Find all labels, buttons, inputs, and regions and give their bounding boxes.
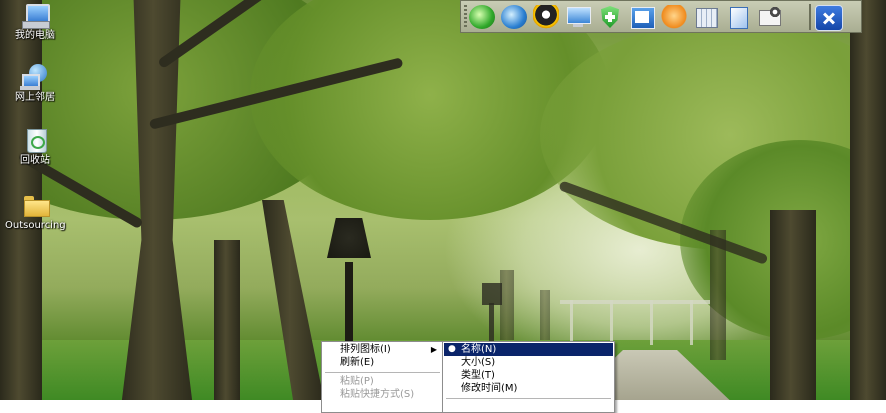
menu-item-label: 排列图标(I) [340, 344, 391, 355]
network-places-icon [20, 64, 50, 90]
submenu-item-type[interactable]: 类型(T) [444, 369, 613, 382]
submenu-item-modified[interactable]: 修改时间(M) [444, 382, 613, 395]
menu-item-label: 粘贴快捷方式(S) [340, 389, 415, 400]
desktop-icon-my-computer[interactable]: 我的电脑 [5, 2, 65, 42]
selected-bullet-icon: ● [448, 344, 456, 354]
shield-icon[interactable] [597, 5, 623, 29]
menu-item-refresh[interactable]: 刷新(E) [323, 356, 442, 369]
desktop-wallpaper [0, 0, 886, 400]
tools-icon[interactable] [815, 5, 843, 31]
folder-icon [20, 192, 50, 218]
submenu-item-label: 修改时间(M) [461, 383, 518, 394]
arrange-icons-submenu: ● 名称(N) 大小(S) 类型(T) 修改时间(M) [442, 341, 615, 413]
qq-penguin-icon[interactable] [533, 5, 559, 29]
menu-separator [325, 372, 440, 373]
monitor-icon[interactable] [565, 5, 591, 29]
desktop-icon-label: 网上邻居 [15, 92, 55, 103]
desktop-icon-label: 回收站 [20, 155, 50, 166]
calculator-icon[interactable] [693, 5, 719, 29]
submenu-item-label: 类型(T) [461, 370, 495, 381]
menu-item-paste[interactable]: 粘贴(P) [323, 375, 442, 388]
menu-item-label: 粘贴(P) [340, 376, 374, 387]
recycle-bin-icon [20, 127, 50, 153]
settings-tools-icon[interactable] [757, 5, 783, 29]
desktop-icon-outsourcing-folder[interactable]: Outsourcing [5, 192, 66, 232]
submenu-item-label: 大小(S) [461, 357, 496, 368]
my-computer-icon [20, 2, 50, 29]
word-icon[interactable] [629, 5, 655, 29]
submenu-item-size[interactable]: 大小(S) [444, 356, 613, 369]
menu-item-paste-shortcut[interactable]: 粘贴快捷方式(S) [323, 388, 442, 401]
quick-launch-toolbar [460, 0, 862, 33]
menu-item-arrange-icons[interactable]: 排列图标(I) ▶ [323, 343, 442, 356]
toolbar-separator [809, 4, 811, 30]
desktop-icon-recycle-bin[interactable]: 回收站 [5, 127, 65, 167]
desktop-icon-label: 我的电脑 [15, 30, 55, 41]
internet-explorer-icon[interactable] [501, 5, 527, 29]
desktop-icon-label: Outsourcing [5, 220, 66, 231]
orange-mascot-icon[interactable] [661, 5, 687, 29]
desktop-context-menu: 排列图标(I) ▶ 刷新(E) 粘贴(P) 粘贴快捷方式(S) [321, 341, 444, 413]
submenu-item-name[interactable]: ● 名称(N) [444, 343, 613, 356]
document-icon[interactable] [725, 5, 751, 29]
submenu-arrow-icon: ▶ [430, 345, 437, 354]
desktop-icon-network-places[interactable]: 网上邻居 [5, 64, 65, 104]
menu-separator [446, 398, 611, 399]
menu-item-label: 刷新(E) [340, 357, 375, 368]
toolbar-grip-handle[interactable] [464, 5, 467, 29]
submenu-item-label: 名称(N) [461, 344, 497, 355]
ie-green-icon[interactable] [469, 5, 495, 29]
